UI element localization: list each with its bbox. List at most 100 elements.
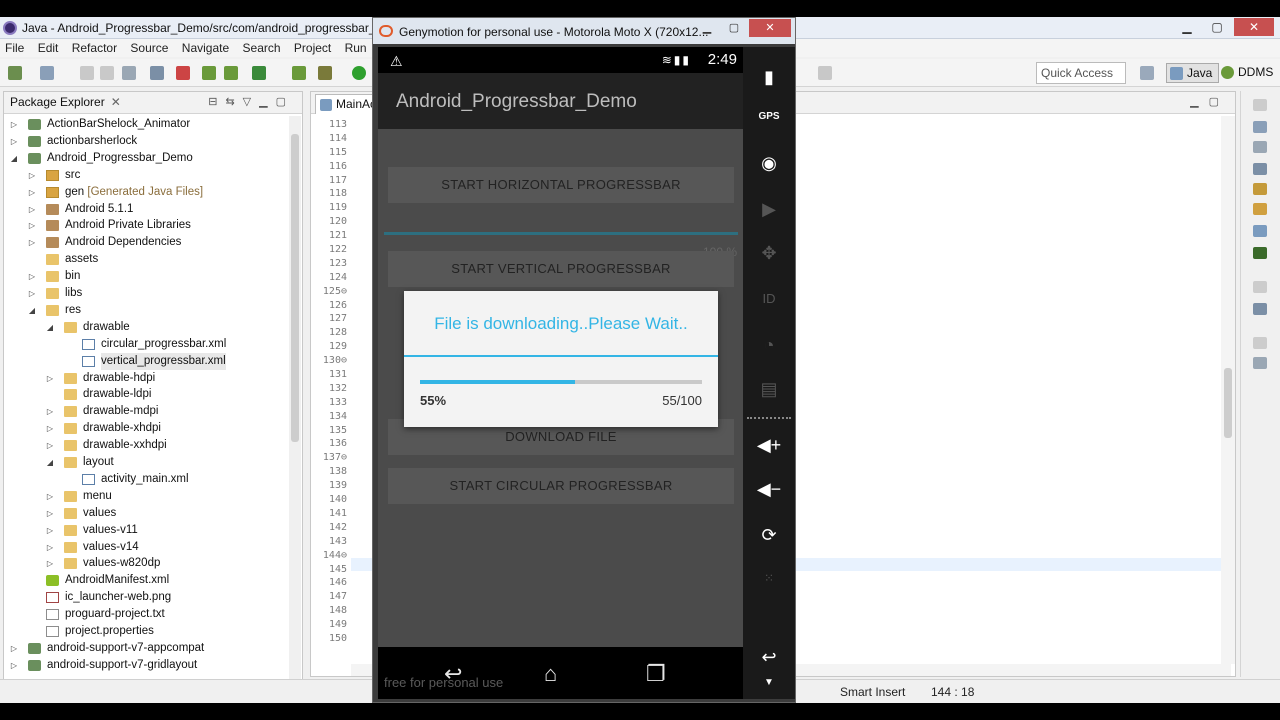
collapsed-arrow-icon[interactable]: ▷	[46, 403, 54, 420]
properties-icon[interactable]	[1253, 357, 1267, 369]
sms-icon[interactable]: ▤	[743, 379, 795, 400]
tree-item[interactable]: ◢ Android_Progressbar_Demo	[4, 150, 290, 167]
camera-icon[interactable]: ◉	[743, 153, 795, 174]
menu-search[interactable]: Search	[238, 39, 286, 57]
collapsed-arrow-icon[interactable]: ▷	[28, 201, 36, 218]
battery-icon[interactable]: ▮	[743, 67, 795, 88]
declaration-icon[interactable]	[1253, 183, 1267, 195]
menu-project[interactable]: Project	[289, 39, 336, 57]
menu-edit[interactable]: Edit	[33, 39, 64, 57]
start-circular-progressbar-button[interactable]: START CIRCULAR PROGRESSBAR	[388, 468, 734, 504]
tree-item[interactable]: ▷ values-v14	[4, 539, 290, 556]
tree-item[interactable]: AndroidManifest.xml	[4, 572, 290, 589]
debug-run-icon[interactable]	[318, 66, 332, 80]
restore-2-icon[interactable]	[1253, 337, 1267, 349]
tree-item[interactable]: ▷ gen [Generated Java Files]	[4, 184, 290, 201]
start-horizontal-progressbar-button[interactable]: START HORIZONTAL PROGRESSBAR	[388, 167, 734, 203]
lint-icon[interactable]	[252, 66, 266, 80]
run-icon[interactable]	[352, 66, 366, 80]
collapsed-arrow-icon[interactable]: ▷	[10, 116, 18, 133]
minimize-button[interactable]: ▁	[1174, 18, 1200, 36]
tree-item[interactable]: ◢ res	[4, 302, 290, 319]
tree-item[interactable]: ▷ values-w820dp	[4, 555, 290, 572]
tree-item[interactable]: vertical_progressbar.xml	[4, 352, 290, 370]
volume-up-icon[interactable]: ◀+	[743, 435, 795, 456]
collapsed-arrow-icon[interactable]: ▷	[46, 539, 54, 556]
expanded-arrow-icon[interactable]: ◢	[46, 319, 54, 336]
collapsed-arrow-icon[interactable]: ▷	[46, 522, 54, 539]
tree-item[interactable]: activity_main.xml	[4, 471, 290, 488]
view-toolbar[interactable]: ⊟⇆▽▁▢	[208, 95, 294, 108]
tree-item[interactable]: ▷ values-v11	[4, 522, 290, 539]
avd-icon[interactable]	[224, 66, 238, 80]
menu-source[interactable]: Source	[125, 39, 173, 57]
open-icon[interactable]	[40, 66, 54, 80]
tree-item[interactable]: ic_launcher-web.png	[4, 589, 290, 606]
collapsed-arrow-icon[interactable]: ▷	[28, 285, 36, 302]
save-all-icon[interactable]	[100, 66, 114, 80]
close-button[interactable]: ✕	[1234, 18, 1274, 36]
logcat-icon[interactable]	[1253, 247, 1267, 259]
collapsed-arrow-icon[interactable]: ▷	[46, 370, 54, 387]
genymotion-maximize-button[interactable]: ▢	[722, 19, 746, 37]
package-explorer-scrollbar[interactable]	[289, 116, 301, 702]
search-icon[interactable]	[1253, 203, 1267, 215]
nav-home-icon[interactable]: ⌂	[544, 661, 557, 687]
collapsed-arrow-icon[interactable]: ▷	[10, 640, 18, 657]
editor-controls[interactable]: ▁▢	[1190, 95, 1229, 108]
tree-item[interactable]: ▷ ActionBarShelock_Animator	[4, 116, 290, 133]
nav-recents-icon[interactable]: ❐	[646, 661, 666, 687]
collapsed-arrow-icon[interactable]: ▷	[10, 133, 18, 150]
menu-run[interactable]: Run	[340, 39, 372, 57]
collapsed-arrow-icon[interactable]: ▷	[10, 657, 18, 674]
gps-icon[interactable]: GPS	[743, 111, 795, 122]
collapsed-arrow-icon[interactable]: ▷	[28, 268, 36, 285]
pixel-perfect-icon[interactable]: ⁙	[743, 571, 795, 585]
menu-icon[interactable]: ▼	[743, 677, 795, 688]
video-icon[interactable]: ▶	[743, 199, 795, 220]
minimize-icon[interactable]	[1253, 99, 1267, 111]
back-icon[interactable]: ↩	[743, 647, 795, 668]
package-explorer-tab[interactable]: Package Explorer ✕	[8, 95, 121, 109]
start-vertical-progressbar-button[interactable]: START VERTICAL PROGRESSBAR	[388, 251, 734, 287]
tree-item[interactable]: ◢ drawable	[4, 319, 290, 336]
tree-item[interactable]: ▷ drawable-mdpi	[4, 403, 290, 420]
tree-item[interactable]: ▷ drawable-xhdpi	[4, 420, 290, 437]
forward-icon[interactable]	[818, 66, 832, 80]
expanded-arrow-icon[interactable]: ◢	[46, 454, 54, 471]
close-view-icon[interactable]: ✕	[111, 95, 121, 109]
tree-item[interactable]: project.properties	[4, 623, 290, 640]
tree-item[interactable]: ▷ src	[4, 167, 290, 184]
tree-item[interactable]: ▷ android-support-v7-appcompat	[4, 640, 290, 657]
tool-icon[interactable]	[150, 66, 164, 80]
genymotion-close-button[interactable]: ✕	[749, 19, 791, 37]
genymotion-minimize-button[interactable]: ▁	[695, 19, 719, 37]
tree-item[interactable]: proguard-project.txt	[4, 606, 290, 623]
outline-icon[interactable]	[1253, 121, 1267, 133]
expanded-arrow-icon[interactable]: ◢	[10, 150, 18, 167]
id-icon[interactable]: ID	[743, 291, 795, 306]
collapsed-arrow-icon[interactable]: ▷	[46, 555, 54, 572]
tree-item[interactable]: ▷ values	[4, 505, 290, 522]
rotate-icon[interactable]: ⟳	[743, 525, 795, 546]
tree-item[interactable]: drawable-ldpi	[4, 386, 290, 403]
maximize-button[interactable]: ▢	[1204, 18, 1230, 36]
menu-refactor[interactable]: Refactor	[67, 39, 122, 57]
editor-vscroll[interactable]	[1221, 116, 1235, 664]
collapsed-arrow-icon[interactable]: ▷	[46, 488, 54, 505]
volume-down-icon[interactable]: ◀−	[743, 479, 795, 500]
collapsed-arrow-icon[interactable]: ▷	[28, 167, 36, 184]
save-icon[interactable]	[80, 66, 94, 80]
collapsed-arrow-icon[interactable]: ▷	[28, 217, 36, 234]
print-icon[interactable]	[122, 66, 136, 80]
tree-item[interactable]: ▷ menu	[4, 488, 290, 505]
new-icon[interactable]	[8, 66, 22, 80]
nav-back-icon[interactable]: ↩	[444, 661, 462, 687]
task-icon[interactable]	[1253, 141, 1267, 153]
tree-item[interactable]: ◢ layout	[4, 454, 290, 471]
expanded-arrow-icon[interactable]: ◢	[28, 302, 36, 319]
restore-icon[interactable]	[1253, 281, 1267, 293]
collapsed-arrow-icon[interactable]: ▷	[28, 184, 36, 201]
tree-item[interactable]: ▷ drawable-hdpi	[4, 370, 290, 387]
android-sdk-icon[interactable]	[202, 66, 216, 80]
